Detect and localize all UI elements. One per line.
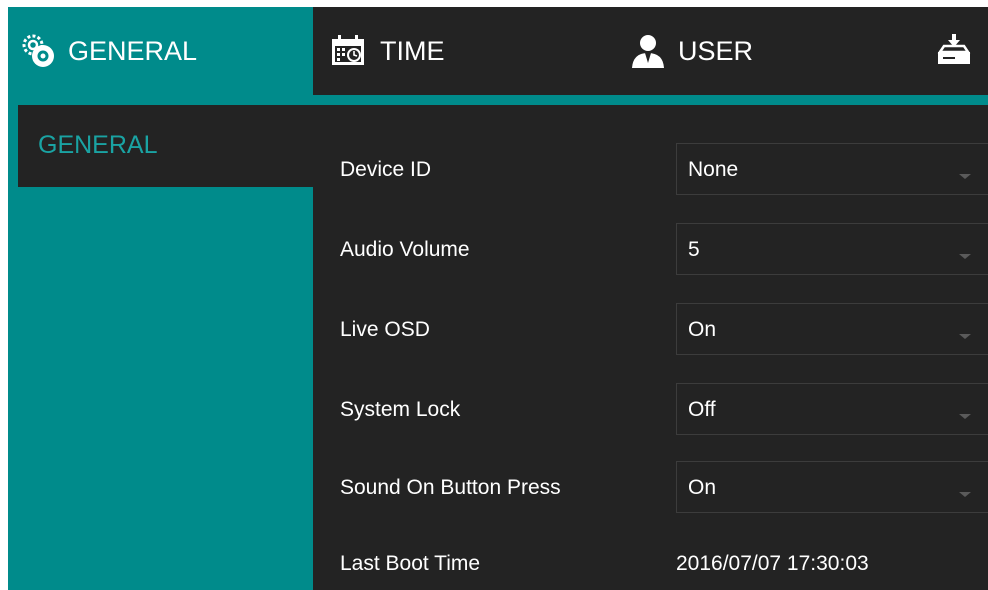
audio-volume-label: Audio Volume	[340, 238, 470, 261]
tab-time-label: TIME	[380, 35, 445, 66]
sidebar: GENERAL	[8, 95, 313, 590]
tab-underline	[313, 95, 988, 105]
setting-row-sound-on-button-press: Sound On Button Press On	[313, 461, 988, 515]
live-osd-label: Live OSD	[340, 318, 430, 341]
download-tray-icon	[934, 32, 974, 70]
chevron-down-icon	[959, 414, 971, 419]
system-lock-select[interactable]: Off	[676, 383, 988, 435]
tab-general-label: GENERAL	[68, 35, 198, 66]
settings-window: GENERAL TIME USER GENERAL Device ID None…	[8, 7, 988, 590]
chevron-down-icon	[959, 174, 971, 179]
device-id-select[interactable]: None	[676, 143, 988, 195]
sound-on-button-press-label: Sound On Button Press	[340, 476, 561, 499]
device-id-label: Device ID	[340, 158, 432, 181]
tab-maintenance[interactable]	[934, 7, 974, 95]
sound-on-button-press-value: On	[688, 476, 717, 499]
sidebar-item-label: GENERAL	[38, 131, 158, 159]
audio-volume-select[interactable]: 5	[676, 223, 988, 275]
live-osd-value: On	[688, 318, 717, 341]
tab-general[interactable]: GENERAL	[8, 7, 313, 95]
chevron-down-icon	[959, 254, 971, 259]
calendar-clock-icon	[330, 33, 368, 69]
sidebar-item-general[interactable]: GENERAL	[18, 105, 313, 187]
setting-row-system-lock: System Lock Off	[313, 383, 988, 437]
chevron-down-icon	[959, 492, 971, 497]
live-osd-select[interactable]: On	[676, 303, 988, 355]
last-boot-time-label: Last Boot Time	[340, 552, 481, 575]
user-icon	[630, 33, 666, 69]
setting-row-device-id: Device ID None	[313, 143, 988, 197]
sound-on-button-press-select[interactable]: On	[676, 461, 988, 513]
setting-row-last-boot-time: Last Boot Time 2016/07/07 17:30:03	[313, 537, 988, 590]
tab-time[interactable]: TIME	[330, 7, 445, 95]
last-boot-time-value: 2016/07/07 17:30:03	[676, 552, 869, 575]
top-tab-bar: GENERAL TIME USER	[8, 7, 988, 95]
gears-icon	[20, 32, 58, 70]
setting-row-live-osd: Live OSD On	[313, 303, 988, 357]
system-lock-label: System Lock	[340, 398, 461, 421]
tab-user[interactable]: USER	[630, 7, 753, 95]
settings-panel: Device ID None Audio Volume 5 Live OSD O…	[313, 105, 988, 590]
setting-row-audio-volume: Audio Volume 5	[313, 223, 988, 277]
device-id-value: None	[688, 158, 739, 181]
chevron-down-icon	[959, 334, 971, 339]
system-lock-value: Off	[688, 398, 716, 421]
audio-volume-value: 5	[688, 238, 700, 261]
tab-user-label: USER	[678, 35, 754, 66]
